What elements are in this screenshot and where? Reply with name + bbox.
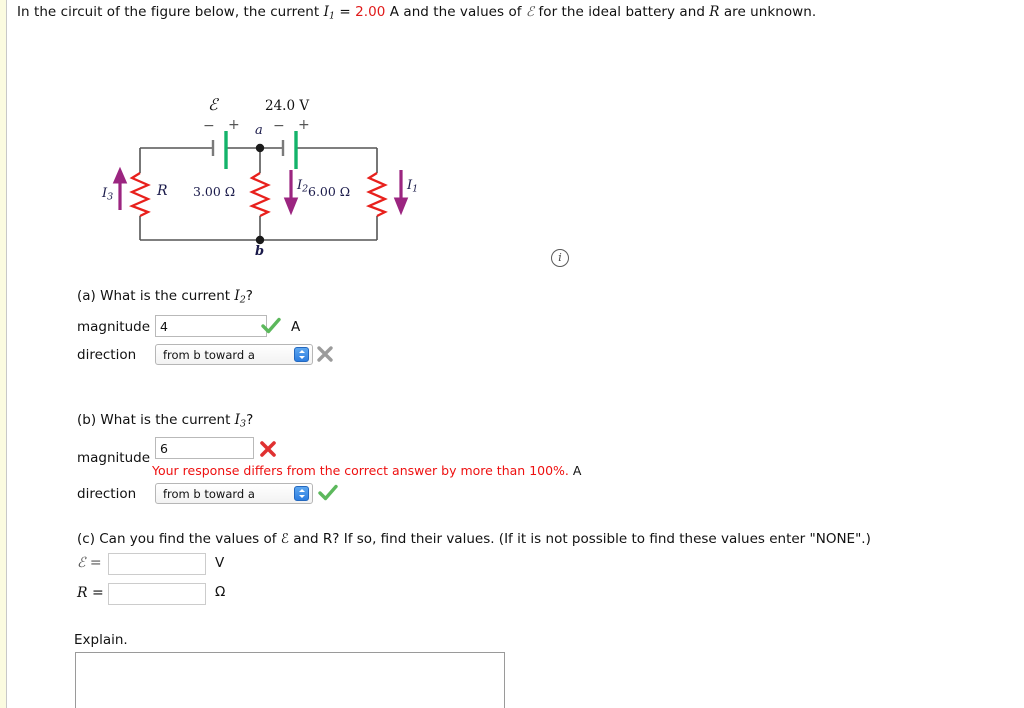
prompt-equals: = (335, 4, 356, 20)
explain-label: Explain. (74, 632, 128, 648)
current-arrow-I1 (393, 170, 409, 216)
part-b-magnitude-incorrect-x (259, 440, 277, 458)
question-b-symbol: I3 (234, 412, 247, 430)
part-b-unit: A (572, 463, 582, 478)
circuit-figure: ℰ 24.0 V − + − + a b R 3.00 Ω 6.00 Ω I3 … (95, 95, 425, 273)
question-b-text: (b) What is the current I3? (77, 412, 254, 430)
info-icon[interactable]: i (551, 249, 569, 267)
figure-emf-label: ℰ (208, 95, 218, 114)
figure-resistor-6ohm-label: 6.00 Ω (308, 184, 351, 199)
part-b-direction-correct-check (318, 484, 338, 502)
resistor-R-zigzag (128, 172, 151, 218)
part-b-magnitude-input[interactable] (155, 437, 254, 459)
battery2-plus-sign: + (298, 117, 310, 133)
page-root: In the circuit of the figure below, the … (0, 0, 1024, 708)
part-c-R-unit: Ω (215, 584, 226, 600)
prompt-text-part2: A and the values of (385, 4, 526, 20)
part-a-direction-incorrect-x (316, 345, 334, 363)
part-c-R-label: R = (77, 585, 104, 601)
current-arrow-I2 (283, 170, 299, 216)
prompt-symbol-I1: I1 (323, 4, 336, 22)
battery2-minus-sign: − (273, 118, 285, 134)
battery1-minus-sign: − (203, 118, 215, 134)
figure-resistor-R-label: R (157, 183, 168, 199)
part-b-error-message: Your response differs from the correct a… (152, 463, 582, 478)
part-a-unit: A (291, 319, 301, 335)
part-c-R-input[interactable] (108, 583, 206, 605)
part-c-emf-unit: V (215, 555, 225, 571)
current-arrow-I3 (112, 166, 128, 210)
node-a-dot (255, 143, 265, 153)
question-a-symbol: I2 (234, 288, 246, 306)
figure-battery2-label: 24.0 V (265, 98, 310, 114)
question-c-text: (c) Can you find the values of ℰ and R? … (77, 531, 871, 547)
prompt-R-symbol: R (709, 4, 720, 20)
part-b-direction-select[interactable]: from b toward a (155, 483, 313, 504)
battery-emf (211, 131, 228, 169)
figure-current-I1-label: I1 (407, 178, 419, 195)
prompt-text-part3: for the ideal battery and (534, 4, 710, 20)
part-b-direction-label: direction (77, 486, 137, 502)
prompt-text-part1: In the circuit of the figure below, the … (17, 4, 324, 20)
part-a-magnitude-correct-check (261, 317, 281, 335)
left-margin-strip (0, 0, 7, 708)
figure-resistor-3ohm-label: 3.00 Ω (193, 184, 236, 199)
prompt-emf-symbol: ℰ (525, 4, 535, 20)
resistor-6ohm-zigzag (365, 172, 388, 218)
battery1-plus-sign: + (228, 117, 240, 133)
resistor-3ohm-zigzag (248, 172, 271, 218)
prompt-current-value: 2.00 (355, 4, 386, 20)
part-b-magnitude-label: magnitude (77, 450, 151, 466)
part-a-direction-value: from b toward a (163, 347, 255, 362)
figure-current-I2-label: I2 (297, 178, 309, 195)
chevron-updown-icon[interactable] (294, 347, 309, 362)
figure-node-a-label: a (255, 123, 263, 138)
part-a-magnitude-input[interactable] (155, 315, 267, 337)
part-b-direction-value: from b toward a (163, 486, 255, 501)
figure-node-b-label: b (255, 244, 265, 259)
part-a-magnitude-label: magnitude (77, 319, 151, 335)
question-a-text: (a) What is the current I2? (77, 288, 253, 306)
node-b-dot (255, 235, 265, 245)
explain-textarea[interactable] (75, 652, 505, 708)
prompt-text-part4: are unknown. (719, 4, 817, 20)
problem-statement: In the circuit of the figure below, the … (17, 4, 816, 22)
part-c-emf-label: ℰ = (77, 555, 102, 571)
chevron-updown-icon[interactable] (294, 486, 309, 501)
part-c-emf-input[interactable] (108, 553, 206, 575)
battery-24v (281, 131, 298, 169)
figure-current-I3-label: I3 (102, 186, 114, 203)
part-a-direction-select[interactable]: from b toward a (155, 344, 313, 365)
part-a-direction-label: direction (77, 347, 137, 363)
